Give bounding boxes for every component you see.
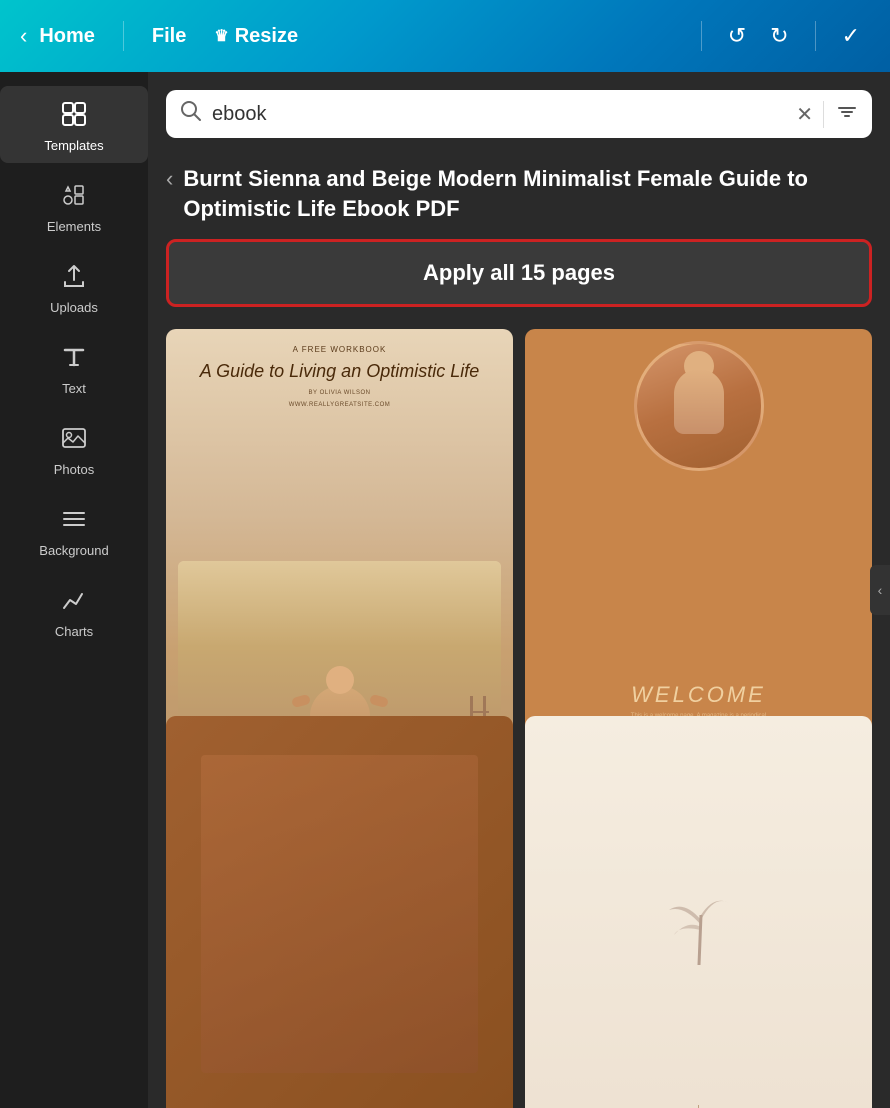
nav-divider-2 [701, 21, 702, 51]
card-2-person [674, 369, 724, 434]
template-back-button[interactable]: ‹ [166, 164, 173, 192]
card-4-visual [649, 732, 749, 1098]
text-icon [60, 343, 88, 375]
charts-icon [60, 586, 88, 618]
uploads-icon [60, 262, 88, 294]
nav-divider-3 [815, 21, 816, 51]
crown-icon: ♛ [214, 26, 228, 46]
card-1-title: A Guide to Living an Optimistic Life [200, 360, 479, 383]
card-1-website: WWW.REALLYGREATSITE.COM [200, 402, 479, 408]
apply-all-pages-button[interactable]: Apply all 15 pages [166, 239, 872, 307]
search-icon [180, 100, 202, 128]
elements-label: Elements [47, 219, 101, 234]
undo-button[interactable]: ↺ [718, 17, 756, 55]
card-2-portrait [634, 341, 764, 471]
redo-button[interactable]: ↻ [760, 17, 798, 55]
elements-icon [60, 181, 88, 213]
resize-label: Resize [235, 25, 298, 48]
search-clear-button[interactable]: ✕ [796, 102, 813, 127]
card-1-subtitle: A FREE WORKBOOK [200, 345, 479, 354]
sidebar-item-text[interactable]: Text [0, 329, 148, 406]
file-button[interactable]: File [152, 25, 186, 48]
background-label: Background [39, 543, 108, 558]
card-3-image [166, 716, 513, 1108]
sidebar-item-charts[interactable]: Charts [0, 572, 148, 649]
nav-right: ↺ ↻ ✓ [689, 17, 870, 55]
nav-left: ‹ Home File ♛ Resize [20, 21, 298, 51]
content-area: ✕ ‹ Burnt Sienna and Beige Modern Minima… [148, 72, 890, 1108]
panel-collapse-handle[interactable]: ‹ [870, 565, 890, 615]
charts-label: Charts [55, 624, 93, 639]
cloud-save-button[interactable]: ✓ [832, 17, 870, 55]
text-label: Text [62, 381, 86, 396]
card-2-welcome-text: WELCOME [629, 682, 769, 708]
uploads-label: Uploads [50, 300, 98, 315]
template-title-area: ‹ Burnt Sienna and Beige Modern Minimali… [148, 150, 890, 223]
resize-button[interactable]: ♛ Resize [214, 25, 298, 48]
templates-grid: A FREE WORKBOOK A Guide to Living an Opt… [148, 321, 890, 1108]
templates-label: Templates [44, 138, 103, 153]
home-button[interactable]: Home [39, 25, 95, 48]
sidebar-item-uploads[interactable]: Uploads [0, 248, 148, 325]
sidebar-item-elements[interactable]: Elements [0, 167, 148, 244]
search-filter-button[interactable] [823, 101, 858, 128]
sidebar: Templates Elements Uploads [0, 72, 148, 1108]
template-card-4[interactable]: How to... [525, 716, 872, 1108]
sidebar-item-photos[interactable]: Photos [0, 410, 148, 487]
photos-label: Photos [54, 462, 94, 477]
main-layout: Templates Elements Uploads [0, 72, 890, 1108]
search-input[interactable] [212, 103, 786, 126]
background-icon [60, 505, 88, 537]
apply-btn-wrapper: Apply all 15 pages [148, 223, 890, 321]
back-button[interactable]: ‹ [20, 23, 27, 49]
card-2-portrait-inner [637, 344, 761, 468]
template-card-3[interactable]: 01 – 04 INTRODUCTION [166, 716, 513, 1108]
templates-icon [60, 100, 88, 132]
card-1-header: A FREE WORKBOOK A Guide to Living an Opt… [200, 345, 479, 407]
nav-divider-1 [123, 21, 124, 51]
template-title: Burnt Sienna and Beige Modern Minimalist… [183, 164, 872, 223]
sidebar-item-templates[interactable]: Templates [0, 86, 148, 163]
search-bar: ✕ [166, 90, 872, 138]
photos-icon [60, 424, 88, 456]
search-bar-wrapper: ✕ [148, 72, 890, 150]
sidebar-item-background[interactable]: Background [0, 491, 148, 568]
top-bar: ‹ Home File ♛ Resize ↺ ↻ ✓ [0, 0, 890, 72]
card-1-author: BY OLIVIA WILSON [200, 390, 479, 396]
